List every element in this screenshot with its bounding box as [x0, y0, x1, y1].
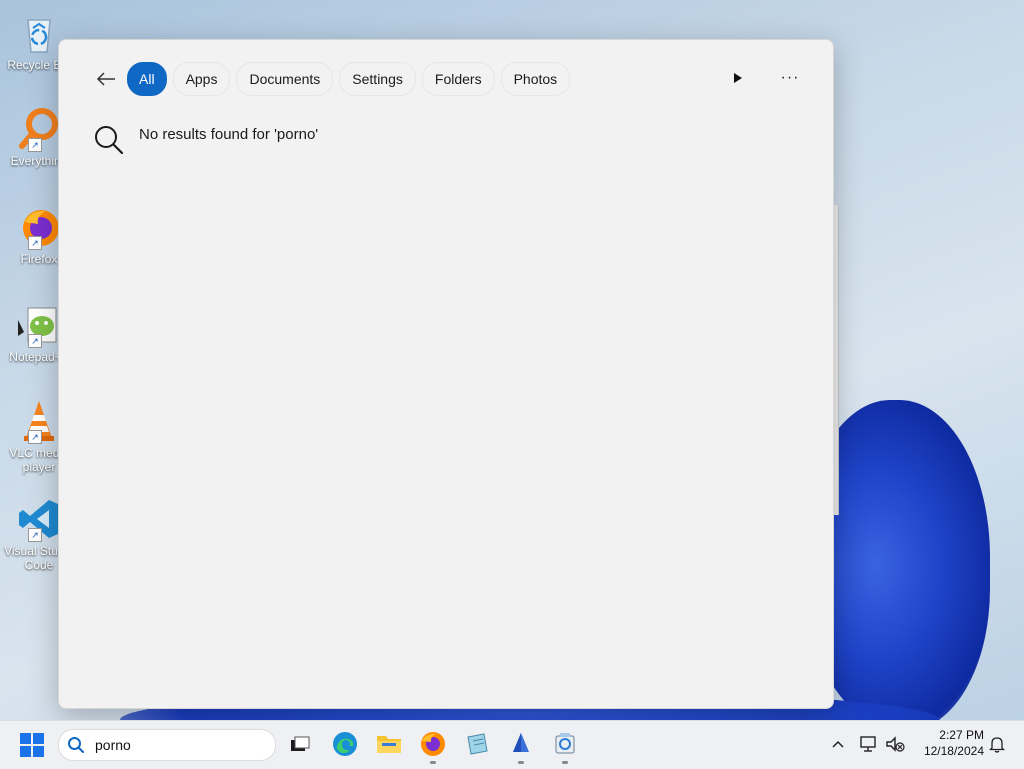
task-view-icon	[291, 736, 310, 751]
back-arrow-icon	[96, 72, 115, 86]
vlc-icon: ↗	[16, 398, 62, 444]
taskbar-app-misc[interactable]	[551, 730, 579, 764]
search-panel: All Apps Documents Settings Folders Phot…	[58, 39, 834, 709]
everything-icon: ↗	[16, 106, 62, 152]
shortcut-arrow-icon: ↗	[28, 430, 42, 444]
tab-label: Apps	[185, 71, 218, 87]
notepad-plus-plus-icon: ↗	[16, 302, 62, 348]
tab-label: Photos	[513, 71, 558, 87]
windows-logo-icon	[20, 733, 31, 744]
windows-logo-icon	[20, 746, 31, 757]
no-results-message: No results found for 'porno'	[139, 126, 319, 143]
taskbar-notepad[interactable]	[463, 730, 491, 758]
vscode-icon: ↗	[16, 496, 62, 542]
shortcut-arrow-icon: ↗	[28, 138, 42, 152]
more-options-button[interactable]: ···	[775, 64, 805, 92]
no-results: No results found for 'porno'	[93, 124, 318, 156]
running-indicator	[518, 761, 524, 764]
more-options-icon: ···	[780, 69, 800, 86]
clock-time: 2:27 PM	[939, 728, 984, 742]
taskbar-task-view[interactable]	[286, 730, 314, 758]
recycle-bin-icon	[16, 10, 62, 56]
tray-network[interactable]	[858, 733, 880, 755]
tray-show-hidden-icons[interactable]	[827, 733, 849, 755]
bell-icon	[989, 737, 1005, 753]
shortcut-arrow-icon: ↗	[28, 236, 42, 250]
taskbar-app-sail[interactable]	[507, 730, 535, 764]
clock-date: 12/18/2024	[923, 744, 984, 758]
tab-label: Folders	[434, 71, 482, 87]
windows-logo-icon	[33, 746, 44, 757]
network-icon	[860, 736, 876, 752]
search-icon	[95, 126, 124, 155]
edge-icon	[333, 732, 357, 756]
tab-settings[interactable]: Settings	[339, 62, 416, 96]
taskbar: 2:27 PM 12/18/2024	[0, 720, 1024, 769]
tray-notifications[interactable]	[986, 733, 1008, 755]
tray-volume[interactable]	[884, 733, 906, 755]
back-button[interactable]	[93, 66, 119, 92]
chevron-up-icon	[832, 740, 844, 748]
tab-label: All	[139, 71, 155, 87]
running-indicator	[562, 761, 568, 764]
app-sail-icon	[513, 733, 529, 752]
tab-apps[interactable]: Apps	[172, 62, 231, 96]
shortcut-arrow-icon: ↗	[28, 528, 42, 542]
shortcut-arrow-icon: ↗	[28, 334, 42, 348]
firefox-icon	[421, 732, 445, 756]
start-button[interactable]	[20, 733, 44, 757]
tab-folders[interactable]: Folders	[421, 62, 495, 96]
volume-muted-icon	[886, 736, 905, 752]
tab-label: Settings	[352, 71, 403, 87]
taskbar-file-explorer[interactable]	[375, 730, 403, 758]
taskbar-firefox[interactable]	[419, 730, 447, 764]
taskbar-search-input[interactable]	[93, 736, 257, 754]
notepad-icon	[467, 733, 488, 755]
file-explorer-icon	[377, 736, 401, 753]
running-indicator	[430, 761, 436, 764]
firefox-icon: ↗	[16, 204, 62, 250]
app-misc-icon	[555, 733, 575, 754]
taskbar-clock[interactable]: 2:27 PM 12/18/2024	[914, 727, 984, 759]
play-icon	[734, 73, 742, 83]
tab-photos[interactable]: Photos	[500, 62, 571, 96]
search-icon	[68, 737, 84, 753]
windows-logo-icon	[33, 733, 44, 744]
tab-label: Documents	[249, 71, 321, 87]
tab-all[interactable]: All	[127, 62, 167, 96]
taskbar-edge[interactable]	[331, 730, 359, 758]
more-tabs-button[interactable]	[723, 64, 751, 92]
filter-tabs: All Apps Documents Settings Folders Phot…	[127, 62, 571, 96]
tab-documents[interactable]: Documents	[236, 62, 334, 96]
taskbar-search-box[interactable]	[58, 729, 276, 761]
